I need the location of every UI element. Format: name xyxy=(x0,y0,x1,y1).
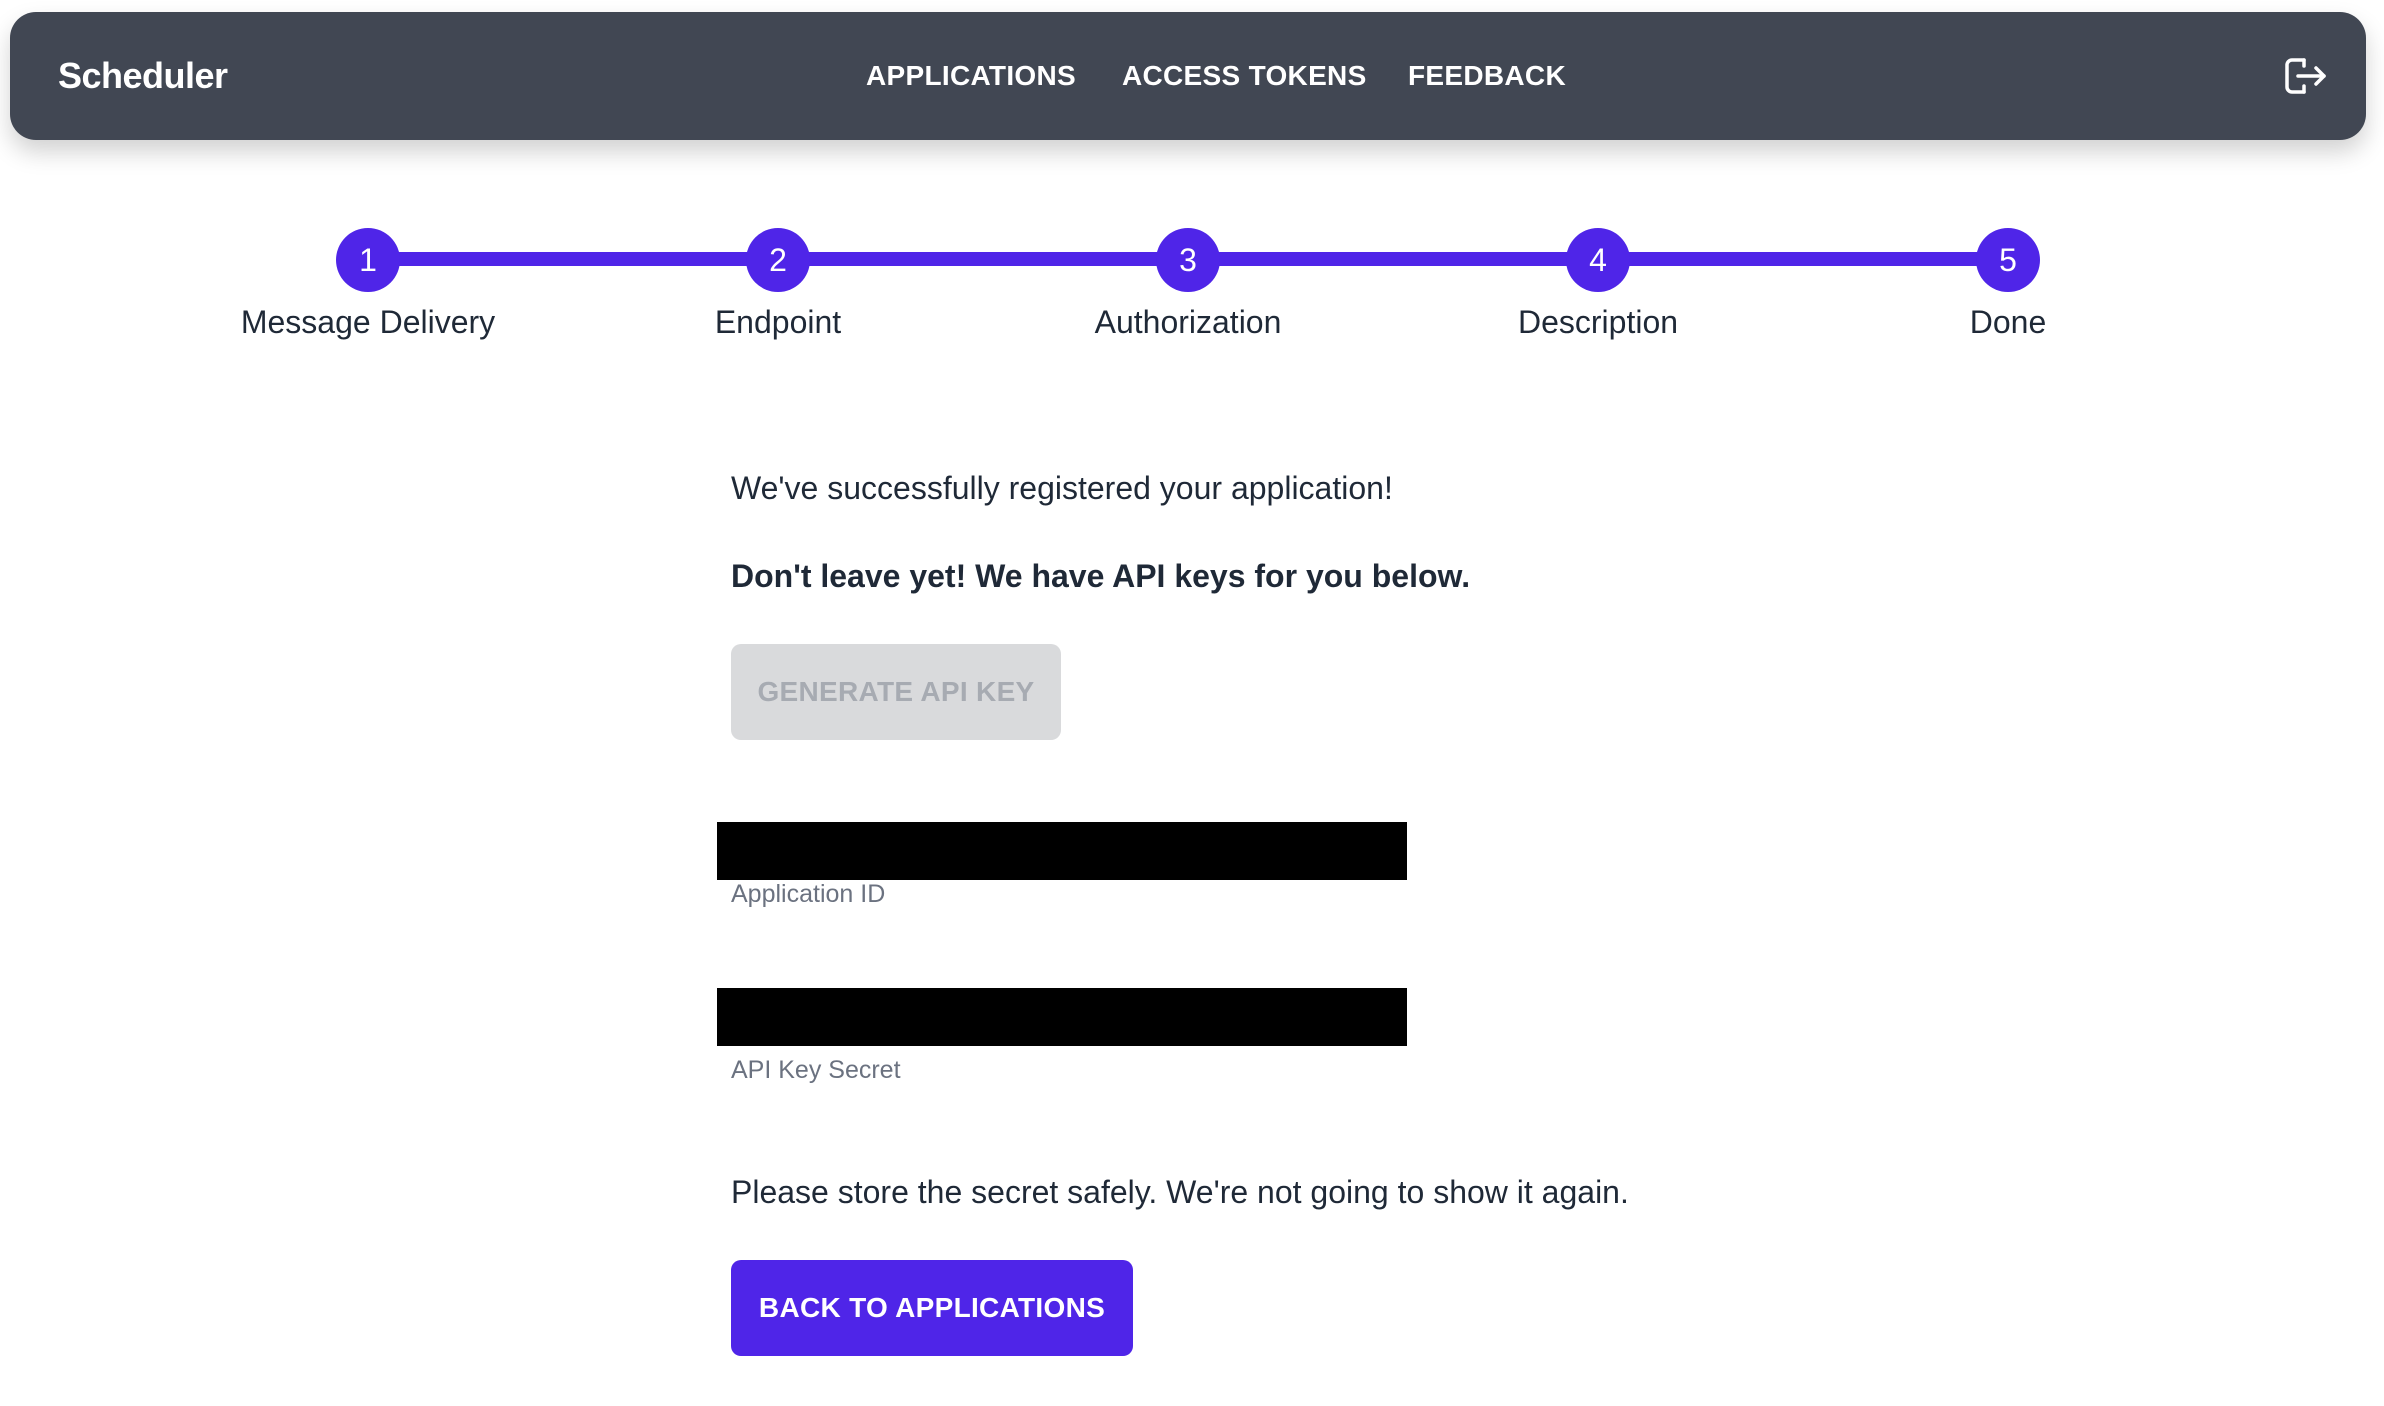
top-navbar: Scheduler APPLICATIONS ACCESS TOKENS FEE… xyxy=(10,12,2366,140)
step-label: Authorization xyxy=(1094,304,1282,340)
warning-message: Don't leave yet! We have API keys for yo… xyxy=(731,558,1471,594)
step-label: Description xyxy=(1517,304,1679,340)
progress-stepper: 1 Message Delivery 2 Endpoint 3 Authoriz… xyxy=(0,220,2384,360)
application-id-caption: Application ID xyxy=(731,880,886,908)
step-number: 3 xyxy=(1156,228,1220,292)
step-number: 5 xyxy=(1976,228,2040,292)
nav-link-applications[interactable]: APPLICATIONS xyxy=(866,12,1076,140)
step-label: Message Delivery xyxy=(240,304,496,340)
api-key-secret-caption: API Key Secret xyxy=(731,1056,901,1084)
back-to-applications-button[interactable]: BACK TO APPLICATIONS xyxy=(731,1260,1133,1356)
nav-link-access-tokens[interactable]: ACCESS TOKENS xyxy=(1122,12,1367,140)
success-message: We've successfully registered your appli… xyxy=(731,470,1393,506)
store-secret-note: Please store the secret safely. We're no… xyxy=(731,1174,1629,1210)
api-key-secret-field[interactable] xyxy=(717,988,1407,1046)
step-number: 1 xyxy=(336,228,400,292)
application-id-field[interactable] xyxy=(717,822,1407,880)
nav-link-feedback[interactable]: FEEDBACK xyxy=(1408,12,1566,140)
step-number: 2 xyxy=(746,228,810,292)
logout-icon[interactable] xyxy=(2282,54,2330,98)
generate-api-key-button[interactable]: GENERATE API KEY xyxy=(731,644,1061,740)
step-label: Endpoint xyxy=(714,304,842,340)
step-label: Done xyxy=(1969,304,2047,340)
brand-logo[interactable]: Scheduler xyxy=(58,12,228,140)
step-number: 4 xyxy=(1566,228,1630,292)
